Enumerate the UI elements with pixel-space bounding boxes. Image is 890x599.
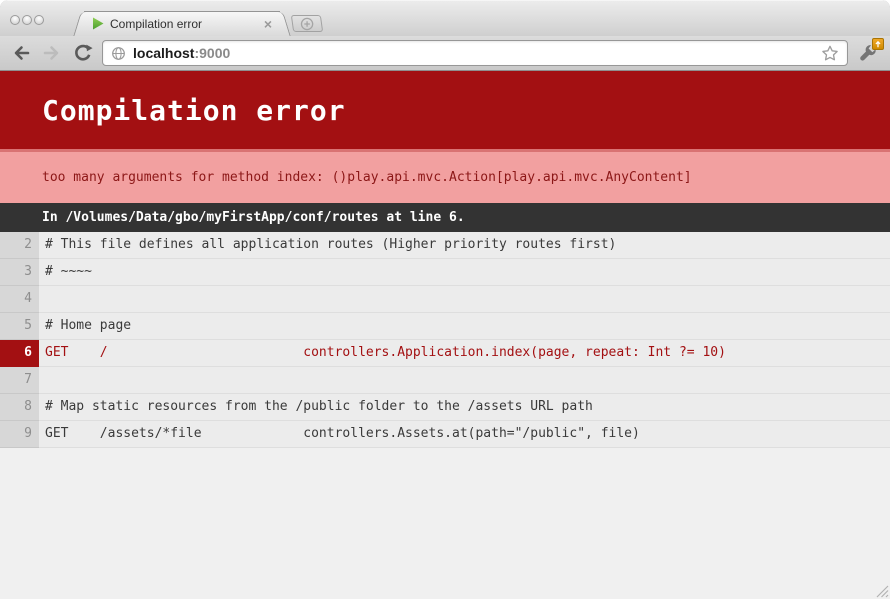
back-button[interactable] xyxy=(9,41,33,65)
page-content: Compilation error too many arguments for… xyxy=(0,71,890,599)
code-line: # Home page xyxy=(39,313,890,340)
new-tab-button[interactable] xyxy=(291,15,323,32)
code-line: # ~~~~ xyxy=(39,259,890,286)
reload-button[interactable] xyxy=(71,41,95,65)
forward-arrow-icon xyxy=(42,43,62,63)
reload-icon xyxy=(73,43,93,63)
minimize-window-button[interactable] xyxy=(22,15,32,25)
error-header: Compilation error xyxy=(0,71,890,149)
error-message: too many arguments for method index: ()p… xyxy=(42,170,692,185)
address-bar[interactable]: localhost:9000 xyxy=(102,40,848,66)
code-row: 2 # This file defines all application ro… xyxy=(0,232,890,259)
code-row: 6 GET / controllers.Application.index(pa… xyxy=(0,340,890,367)
error-location: In /Volumes/Data/gbo/myFirstApp/conf/rou… xyxy=(42,210,465,225)
line-number: 9 xyxy=(0,421,39,448)
code-line: GET /assets/*file controllers.Assets.at(… xyxy=(39,421,890,448)
error-location-bar: In /Volumes/Data/gbo/myFirstApp/conf/rou… xyxy=(0,203,890,232)
window-controls xyxy=(10,15,45,25)
code-line xyxy=(39,367,890,394)
browser-menu-button[interactable] xyxy=(855,40,881,66)
play-framework-favicon-icon xyxy=(92,17,104,30)
line-number: 8 xyxy=(0,394,39,421)
code-line xyxy=(39,286,890,313)
code-listing: 2 # This file defines all application ro… xyxy=(0,232,890,448)
code-row: 9 GET /assets/*file controllers.Assets.a… xyxy=(0,421,890,448)
bookmark-star-button[interactable] xyxy=(821,44,839,62)
line-number: 4 xyxy=(0,286,39,313)
code-line: GET / controllers.Application.index(page… xyxy=(39,340,890,367)
close-window-button[interactable] xyxy=(10,15,20,25)
code-line: # This file defines all application rout… xyxy=(39,232,890,259)
line-number: 2 xyxy=(0,232,39,259)
code-row: 5 # Home page xyxy=(0,313,890,340)
tab-strip: Compilation error × xyxy=(0,0,890,36)
browser-window: Compilation error × xyxy=(0,0,890,599)
browser-toolbar: localhost:9000 xyxy=(0,36,890,71)
code-line: # Map static resources from the /public … xyxy=(39,394,890,421)
url-host: localhost xyxy=(133,45,194,61)
tab-compilation-error[interactable]: Compilation error × xyxy=(84,11,280,36)
code-row: 4 xyxy=(0,286,890,313)
error-message-band: too many arguments for method index: ()p… xyxy=(0,149,890,203)
forward-button[interactable] xyxy=(40,41,64,65)
tab-title: Compilation error xyxy=(110,17,254,31)
resize-grip[interactable] xyxy=(874,583,889,598)
zoom-window-button[interactable] xyxy=(34,15,44,25)
code-row: 7 xyxy=(0,367,890,394)
url-port: :9000 xyxy=(194,45,230,61)
back-arrow-icon xyxy=(11,43,31,63)
code-row: 3 # ~~~~ xyxy=(0,259,890,286)
plus-circle-icon xyxy=(300,17,314,31)
page-title: Compilation error xyxy=(42,94,346,127)
tab-close-icon[interactable]: × xyxy=(260,18,276,30)
globe-icon xyxy=(111,46,126,61)
line-number: 6 xyxy=(0,340,39,367)
line-number: 5 xyxy=(0,313,39,340)
line-number: 3 xyxy=(0,259,39,286)
code-row: 8 # Map static resources from the /publi… xyxy=(0,394,890,421)
update-badge-icon xyxy=(872,38,884,50)
star-outline-icon xyxy=(821,44,839,62)
line-number: 7 xyxy=(0,367,39,394)
